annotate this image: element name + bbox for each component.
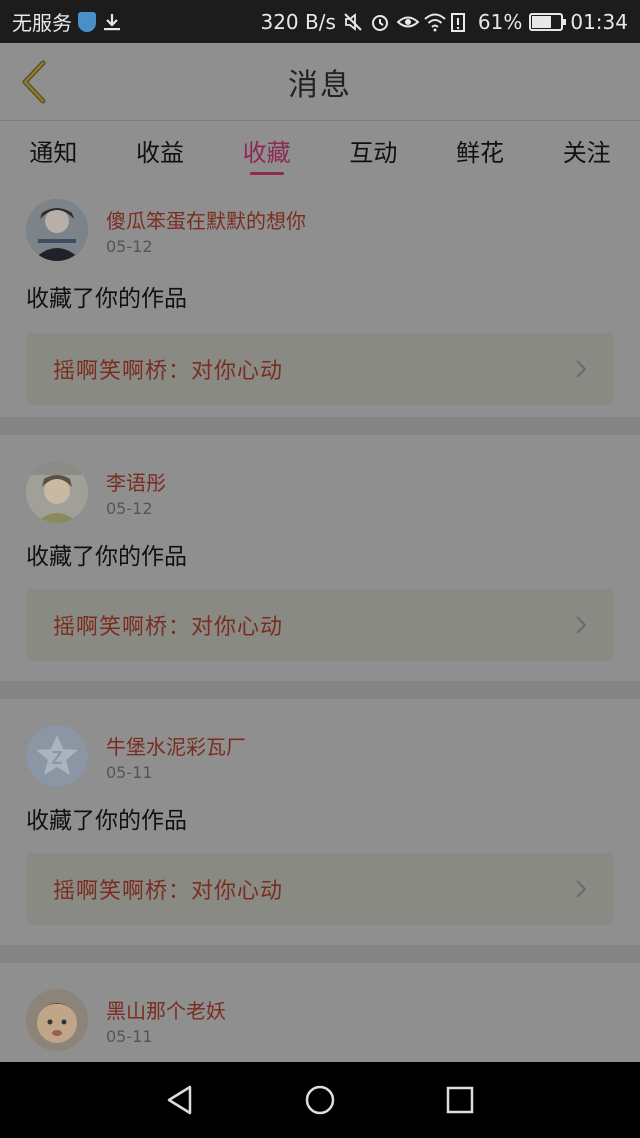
- alarm-icon: [370, 12, 390, 32]
- header: 消息: [0, 43, 640, 121]
- nav-back-button[interactable]: [160, 1080, 200, 1120]
- date-text: 05-11: [106, 1027, 153, 1046]
- tab-follow[interactable]: 关注: [533, 121, 640, 179]
- date-text: 05-12: [106, 237, 153, 256]
- back-button[interactable]: [14, 59, 54, 105]
- mute-icon: [343, 12, 363, 32]
- clock-text: 01:34: [570, 9, 628, 34]
- screen: 无服务 320 B/s 61% 01:34 消息 通知 收益 收藏 互动 鲜花 …: [0, 0, 640, 1138]
- list-item: 李语彤 05-12 收藏了你的作品 摇啊笑啊桥：对你心动: [0, 417, 640, 681]
- user-row[interactable]: 黑山那个老妖 05-11: [26, 963, 614, 1063]
- tab-earnings[interactable]: 收益: [107, 121, 214, 179]
- carrier-text: 无服务: [12, 11, 72, 35]
- action-text: 收藏了你的作品: [26, 544, 187, 570]
- nav-recents-button[interactable]: [440, 1080, 480, 1120]
- user-row[interactable]: 李语彤 05-12: [26, 435, 614, 535]
- net-speed-text: 320 B/s: [260, 9, 336, 34]
- tab-flowers[interactable]: 鲜花: [427, 121, 534, 179]
- user-row[interactable]: 傻瓜笨蛋在默默的想你 05-12: [26, 179, 614, 279]
- action-text: 收藏了你的作品: [26, 286, 187, 312]
- username[interactable]: 牛堡水泥彩瓦厂: [106, 731, 246, 760]
- wifi-icon: [424, 12, 446, 32]
- chevron-right-icon: [576, 616, 587, 634]
- battery-icon: [529, 12, 567, 31]
- work-link[interactable]: 摇啊笑啊桥：对你心动: [26, 333, 614, 405]
- battery-alert-icon: [450, 12, 471, 32]
- triangle-back-icon: [167, 1085, 192, 1115]
- username[interactable]: 傻瓜笨蛋在默默的想你: [106, 205, 306, 234]
- page-title: 消息: [288, 67, 352, 103]
- action-text: 收藏了你的作品: [26, 808, 187, 834]
- work-title: 摇啊笑啊桥：对你心动: [53, 879, 284, 904]
- user-row[interactable]: Z 牛堡水泥彩瓦厂 05-11: [26, 699, 614, 799]
- chevron-right-icon: [576, 360, 587, 378]
- work-title: 摇啊笑啊桥：对你心动: [53, 359, 284, 384]
- date-text: 05-11: [106, 763, 153, 782]
- username[interactable]: 黑山那个老妖: [106, 995, 226, 1024]
- list-item: 傻瓜笨蛋在默默的想你 05-12 收藏了你的作品 摇啊笑啊桥：对你心动: [0, 179, 640, 417]
- avatar[interactable]: [26, 199, 88, 261]
- status-bar: 无服务 320 B/s 61% 01:34: [0, 0, 640, 43]
- chevron-right-icon: [576, 880, 587, 898]
- shield-icon: [78, 11, 96, 32]
- tab-notice[interactable]: 通知: [0, 121, 107, 179]
- username[interactable]: 李语彤: [106, 467, 166, 496]
- battery-percent: 61%: [477, 9, 523, 34]
- svg-text:Z: Z: [52, 748, 63, 768]
- date-text: 05-12: [106, 499, 153, 518]
- work-title: 摇啊笑啊桥：对你心动: [53, 615, 284, 640]
- eye-icon: [396, 12, 420, 32]
- avatar[interactable]: [26, 989, 88, 1051]
- system-nav-bar: [0, 1062, 640, 1138]
- circle-home-icon: [305, 1085, 335, 1115]
- list-item: Z 牛堡水泥彩瓦厂 05-11 收藏了你的作品 摇啊笑啊桥：对你心动: [0, 681, 640, 945]
- avatar[interactable]: Z: [26, 725, 88, 787]
- avatar[interactable]: [26, 461, 88, 523]
- work-link[interactable]: 摇啊笑啊桥：对你心动: [26, 853, 614, 925]
- download-icon: [102, 12, 122, 32]
- message-list: 傻瓜笨蛋在默默的想你 05-12 收藏了你的作品 摇啊笑啊桥：对你心动 李语彤 …: [0, 179, 640, 1085]
- square-recents-icon: [446, 1086, 474, 1114]
- work-link[interactable]: 摇啊笑啊桥：对你心动: [26, 589, 614, 661]
- tab-bar: 通知 收益 收藏 互动 鲜花 关注: [0, 121, 640, 179]
- tab-interaction[interactable]: 互动: [320, 121, 427, 179]
- tab-favorites[interactable]: 收藏: [213, 121, 320, 179]
- nav-home-button[interactable]: [300, 1080, 340, 1120]
- back-arrow-icon: [22, 60, 46, 104]
